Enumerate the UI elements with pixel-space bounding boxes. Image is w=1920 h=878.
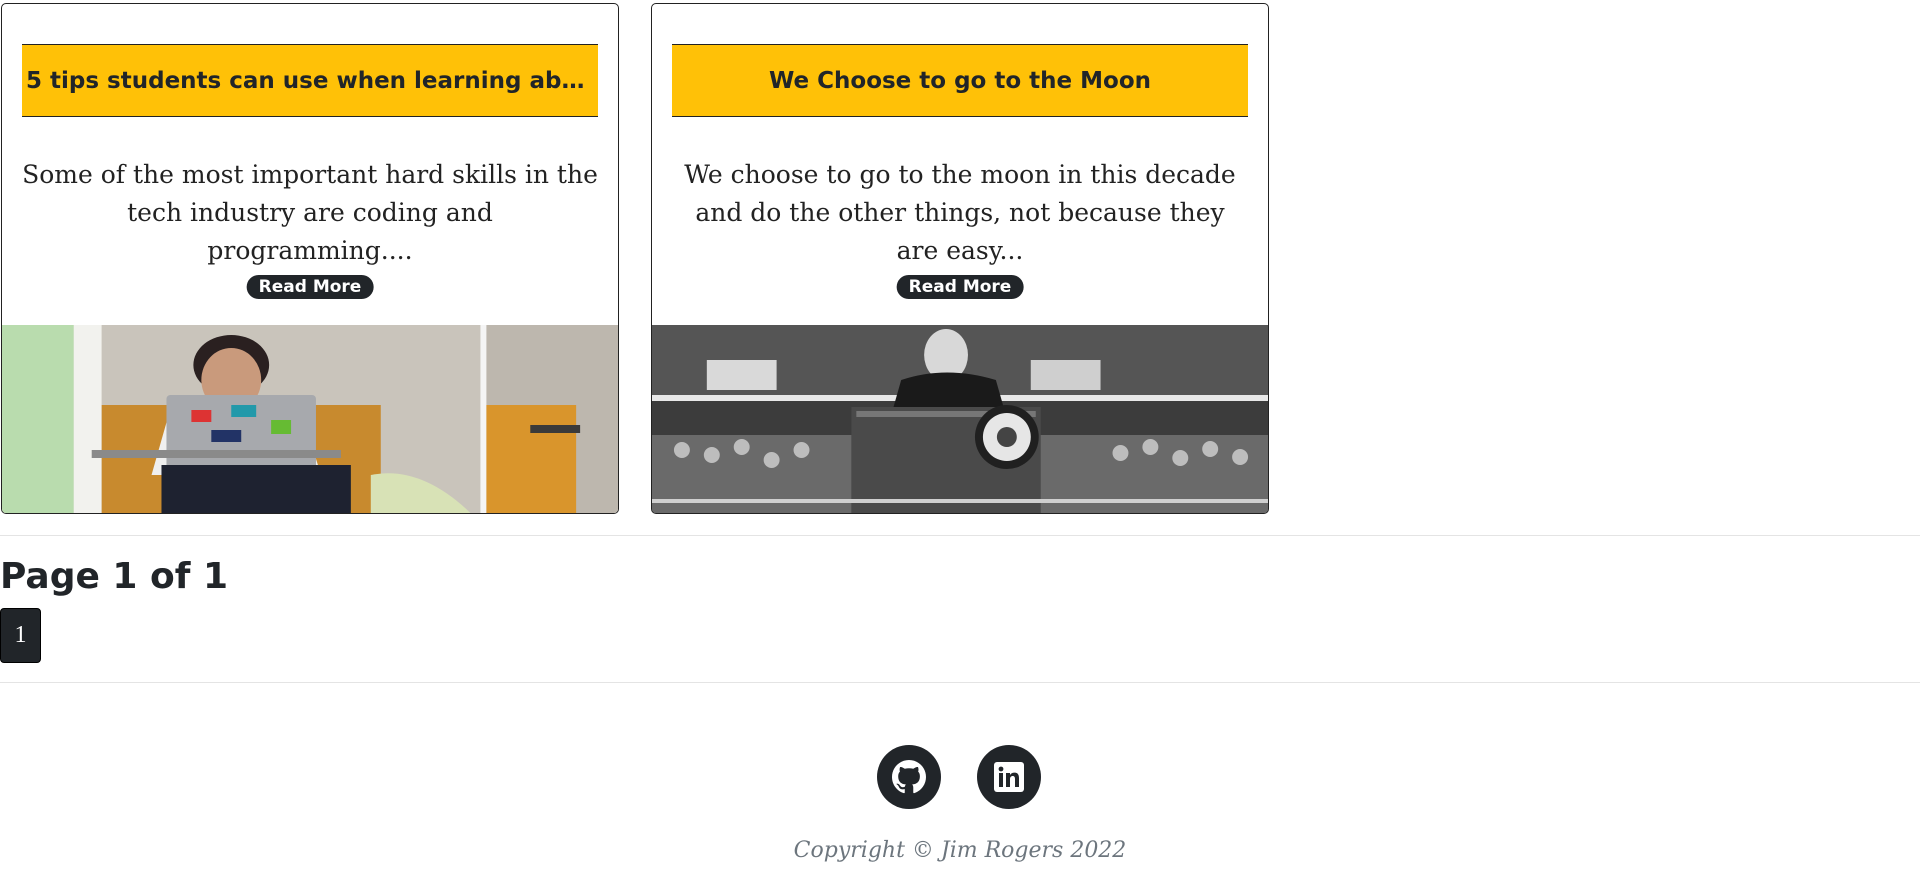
divider [0,535,1920,536]
pagination-label: Page 1 of 1 [0,556,228,597]
post-title-banner[interactable]: 5 tips students can use when learning ab… [22,44,598,117]
post-excerpt: Some of the most important hard skills i… [22,160,598,265]
post-title[interactable]: 5 tips students can use when learning ab… [22,68,598,94]
github-link[interactable] [877,745,941,809]
post-image [652,325,1268,513]
post-title-banner[interactable]: We Choose to go to the Moon [672,44,1248,117]
divider [0,682,1920,683]
post-excerpt: We choose to go to the moon in this deca… [684,160,1236,265]
post-card-list: 5 tips students can use when learning ab… [0,0,1920,520]
linkedin-icon [994,762,1024,792]
post-title[interactable]: We Choose to go to the Moon [765,68,1155,94]
github-icon [892,760,926,794]
read-more-button[interactable]: Read More [896,275,1024,299]
page-1-button[interactable]: 1 [0,608,41,663]
copyright-text: Copyright © Jim Rogers 2022 [793,838,1127,863]
linkedin-link[interactable] [977,745,1041,809]
post-image [2,325,618,513]
read-more-button[interactable]: Read More [246,275,374,299]
post-card: We Choose to go to the Moon We choose to… [651,3,1269,514]
post-card: 5 tips students can use when learning ab… [1,3,619,514]
student-laptop-photo [2,325,618,513]
jfk-speech-photo [652,325,1268,513]
